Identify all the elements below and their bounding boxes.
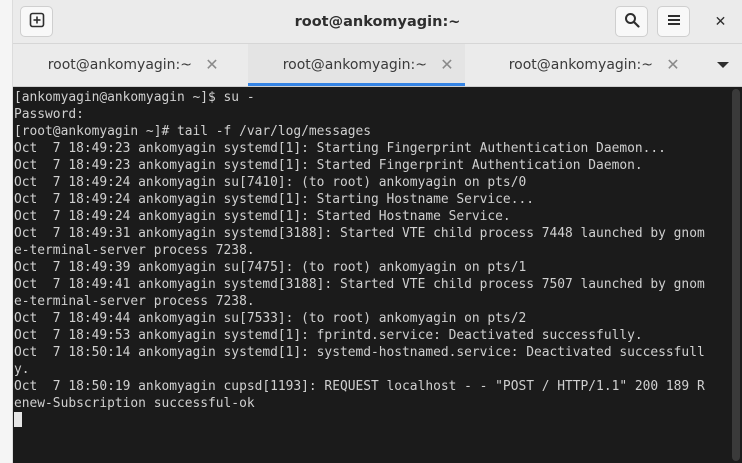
terminal-line: Oct 7 18:49:24 ankomyagin systemd[1]: St…	[14, 209, 511, 224]
terminal-line: e-terminal-server process 7238.	[14, 294, 255, 309]
terminal-line: Oct 7 18:50:19 ankomyagin cupsd[1193]: R…	[14, 379, 705, 394]
terminal-line: Oct 7 18:49:41 ankomyagin systemd[3188]:…	[14, 277, 705, 292]
terminal-output: [ankomyagin@ankomyagin ~]$ su - Password:…	[14, 89, 730, 429]
terminal-line: Oct 7 18:50:14 ankomyagin systemd[1]: sy…	[14, 345, 705, 360]
tab-label: root@ankomyagin:~	[47, 57, 192, 73]
tab-close-icon[interactable]: ✕	[437, 55, 457, 75]
terminal-line: enew-Subscription successful-ok	[14, 396, 255, 411]
terminal-line: Oct 7 18:49:23 ankomyagin systemd[1]: St…	[14, 141, 666, 156]
tabs-dropdown-button[interactable]	[710, 55, 736, 75]
new-tab-button[interactable]	[20, 6, 53, 37]
terminal-line: Oct 7 18:49:44 ankomyagin su[7533]: (to …	[14, 311, 527, 326]
search-button[interactable]	[615, 6, 648, 37]
terminal-line: Oct 7 18:49:24 ankomyagin systemd[1]: St…	[14, 192, 534, 207]
tab-1[interactable]: root@ankomyagin:~ ✕	[13, 44, 230, 86]
tab-2-active[interactable]: root@ankomyagin:~ ✕	[248, 44, 465, 86]
terminal-line: Oct 7 18:49:53 ankomyagin systemd[1]: fp…	[14, 328, 643, 343]
tab-3[interactable]: root@ankomyagin:~ ✕	[474, 44, 691, 86]
terminal-line: Oct 7 18:49:24 ankomyagin su[7410]: (to …	[14, 175, 527, 190]
window-close-button[interactable]: ✕	[704, 6, 737, 37]
terminal-window: root@ankomyagin:~ ✕ root@ankomyagin:~ ✕ …	[13, 0, 742, 463]
new-tab-icon	[29, 12, 45, 32]
terminal-prompt-line	[14, 412, 730, 429]
hamburger-menu-icon	[667, 12, 681, 31]
window-title: root@ankomyagin:~	[294, 14, 461, 30]
headerbar: root@ankomyagin:~ ✕	[13, 0, 742, 44]
tab-close-icon[interactable]: ✕	[663, 55, 683, 75]
terminal-line: [ankomyagin@ankomyagin ~]$ su -	[14, 90, 255, 105]
terminal-line: Oct 7 18:49:23 ankomyagin systemd[1]: St…	[14, 158, 643, 173]
chevron-down-icon	[710, 60, 736, 79]
search-icon	[624, 12, 640, 32]
tab-close-icon[interactable]: ✕	[202, 55, 222, 75]
tab-bar: root@ankomyagin:~ ✕ root@ankomyagin:~ ✕ …	[13, 44, 742, 87]
terminal-line: [root@ankomyagin ~]# tail -f /var/log/me…	[14, 124, 371, 139]
terminal-view[interactable]: [ankomyagin@ankomyagin ~]$ su - Password:…	[13, 87, 742, 463]
close-icon: ✕	[714, 13, 727, 30]
terminal-line: Password:	[14, 107, 84, 122]
tab-label: root@ankomyagin:~	[508, 57, 653, 73]
terminal-line: y.	[14, 362, 30, 377]
tab-label: root@ankomyagin:~	[282, 57, 427, 73]
terminal-cursor	[14, 412, 22, 427]
terminal-line: e-terminal-server process 7238.	[14, 243, 255, 258]
active-tab-indicator	[248, 83, 465, 86]
terminal-line: Oct 7 18:49:39 ankomyagin su[7475]: (to …	[14, 260, 527, 275]
main-menu-button[interactable]	[657, 6, 690, 37]
terminal-line: Oct 7 18:49:31 ankomyagin systemd[3188]:…	[14, 226, 705, 241]
terminal-scrollbar[interactable]	[732, 89, 740, 461]
background-window-edge	[0, 0, 13, 463]
